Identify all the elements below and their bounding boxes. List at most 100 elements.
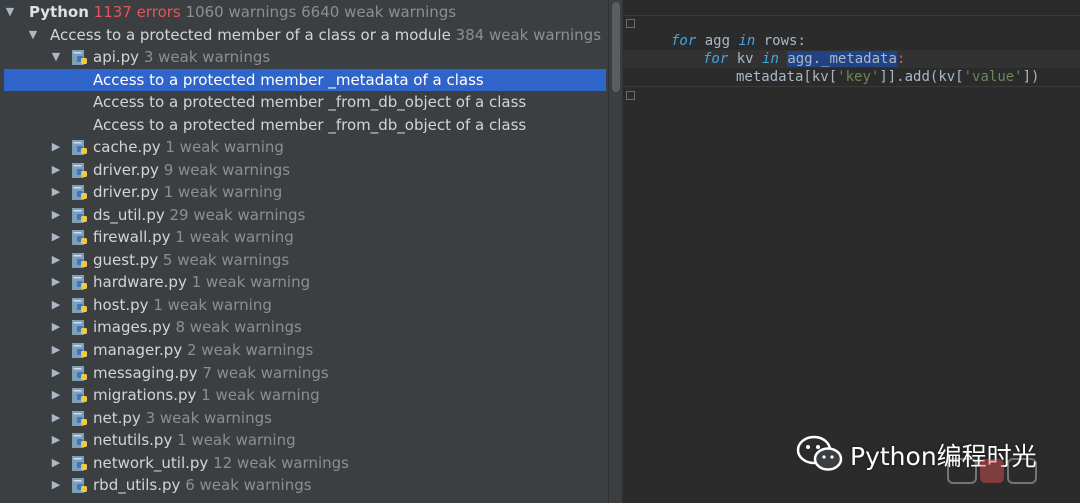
python-file-icon [72, 275, 87, 291]
file-count: 3 weak warnings [145, 408, 272, 427]
tree-file-row[interactable]: ▶ firewall.py 1 weak warning [0, 226, 605, 248]
wechat-logo-icon [796, 435, 843, 471]
tree-file-row[interactable]: ▶ network_util.py 12 weak warnings [0, 452, 605, 474]
triangle-right-icon[interactable]: ▶ [50, 271, 62, 293]
file-name: host.py [93, 295, 149, 314]
group-label: Access to a protected member of a class … [50, 26, 451, 44]
code-line-2[interactable]: for kv in agg._metadata: [623, 50, 1080, 68]
file-count: 1 weak warning [163, 183, 283, 202]
tree-file-row[interactable]: ▶ driver.py 9 weak warnings [0, 159, 605, 181]
string-literal: 'key' [837, 69, 880, 85]
triangle-right-icon[interactable]: ▶ [50, 384, 62, 406]
tree-item-protected-from-db-object[interactable]: Access to a protected member _from_db_ob… [0, 91, 605, 113]
root-label: Python [29, 3, 89, 21]
triangle-right-icon[interactable]: ▶ [50, 452, 62, 474]
fold-marker-icon[interactable] [626, 91, 635, 100]
code-line-1[interactable]: for agg in rows: [623, 32, 1080, 50]
file-name: driver.py [93, 183, 159, 202]
triangle-right-icon[interactable]: ▶ [50, 474, 62, 496]
python-file-icon [72, 50, 87, 65]
python-file-icon [72, 433, 87, 449]
python-file-icon [72, 342, 87, 358]
tree-group-protected-member[interactable]: ▼ Access to a protected member of a clas… [0, 24, 605, 46]
tree-file-api[interactable]: ▼ api.py 3 weak warnings [0, 46, 605, 68]
tree-root-python[interactable]: ▼ Python 1137 errors 1060 warnings 6640 … [0, 1, 605, 23]
tree-file-row[interactable]: ▶ net.py 3 weak warnings [0, 407, 605, 429]
divider [623, 86, 1080, 87]
tree-file-row[interactable]: ▶ driver.py 1 weak warning [0, 181, 605, 203]
python-file-icon [72, 320, 87, 336]
tree-file-row[interactable]: ▶ manager.py 2 weak warnings [0, 339, 605, 361]
tree-file-row[interactable]: ▶ netutils.py 1 weak warning [0, 429, 605, 451]
triangle-right-icon[interactable]: ▶ [50, 159, 62, 181]
inspection-results-tree[interactable]: ▼ Python 1137 errors 1060 warnings 6640 … [0, 0, 608, 503]
tree-file-row[interactable]: ▶ cache.py 1 weak warning [0, 136, 605, 158]
triangle-right-icon[interactable]: ▶ [50, 407, 62, 429]
code-token: ]].add(kv[ [879, 69, 964, 85]
triangle-down-icon[interactable]: ▼ [4, 1, 16, 23]
tree-file-row[interactable]: ▶ host.py 1 weak warning [0, 294, 605, 316]
vertical-scrollbar[interactable] [608, 0, 622, 503]
tree-file-row[interactable]: ▶ images.py 8 weak warnings [0, 316, 605, 338]
file-name: net.py [93, 408, 141, 427]
file-name: ds_util.py [93, 205, 165, 224]
file-count: 9 weak warnings [163, 160, 291, 179]
tree-file-row[interactable]: ▶ migrations.py 1 weak warning [0, 384, 605, 406]
python-file-icon [72, 388, 87, 404]
tree-file-row[interactable]: ▶ guest.py 5 weak warnings [0, 249, 605, 271]
file-name: manager.py [93, 340, 183, 359]
file-count: 1 weak warning [177, 431, 296, 450]
keyword-for: for [703, 51, 729, 67]
file-count: 1 weak warning [175, 228, 294, 247]
file-name: network_util.py [93, 453, 209, 472]
triangle-right-icon[interactable]: ▶ [50, 136, 62, 158]
triangle-down-icon[interactable]: ▼ [27, 24, 39, 46]
triangle-down-icon[interactable]: ▼ [50, 46, 62, 68]
site-logo-watermark-icon [947, 458, 1037, 484]
file-count: 1 weak warning [153, 295, 272, 314]
file-count: 29 weak warnings [169, 205, 306, 224]
python-file-icon [72, 162, 87, 178]
python-file-icon [72, 365, 87, 381]
file-name: migrations.py [93, 386, 197, 405]
file-name: hardware.py [93, 273, 187, 292]
tree-file-row[interactable]: ▶ hardware.py 1 weak warning [0, 271, 605, 293]
code-token: kv [728, 51, 763, 67]
tree-item-protected-from-db-object[interactable]: Access to a protected member _from_db_ob… [0, 114, 605, 136]
file-count: 1 weak warning [201, 386, 320, 405]
problem-label: Access to a protected member _metadata o… [93, 71, 484, 89]
triangle-right-icon[interactable]: ▶ [50, 316, 62, 338]
tree-item-protected-metadata[interactable]: Access to a protected member _metadata o… [4, 69, 606, 91]
file-name: cache.py [93, 138, 161, 156]
code-line-3[interactable]: metadata[kv['key']].add(kv['value']) [623, 68, 1080, 86]
triangle-right-icon[interactable]: ▶ [50, 429, 62, 451]
python-file-icon [72, 140, 87, 155]
code-token: metadata[kv[ [736, 69, 838, 85]
highlighted-reference[interactable]: agg._metadata [787, 51, 897, 67]
triangle-right-icon[interactable]: ▶ [50, 204, 62, 226]
keyword-for: for [671, 33, 697, 49]
file-count: 12 weak warnings [213, 453, 349, 472]
scrollbar-thumb[interactable] [612, 2, 620, 92]
file-name: driver.py [93, 160, 159, 179]
triangle-right-icon[interactable]: ▶ [50, 362, 62, 384]
triangle-right-icon[interactable]: ▶ [50, 294, 62, 316]
tree-file-row[interactable]: ▶ messaging.py 7 weak warnings [0, 362, 605, 384]
fold-marker-icon[interactable] [626, 19, 635, 28]
python-file-icon [72, 230, 87, 246]
tree-file-row[interactable]: ▶ ds_util.py 29 weak warnings [0, 204, 605, 226]
code-token: ]) [1022, 69, 1040, 85]
file-count: 1 weak warning [165, 138, 284, 156]
triangle-right-icon[interactable]: ▶ [50, 249, 62, 271]
problem-label: Access to a protected member _from_db_ob… [93, 116, 527, 134]
file-name: rbd_utils.py [93, 476, 181, 495]
code-editor[interactable]: for agg in rows: for kv in agg._metadata… [623, 0, 1080, 503]
triangle-right-icon[interactable]: ▶ [50, 226, 62, 248]
triangle-right-icon[interactable]: ▶ [50, 339, 62, 361]
file-count: 6 weak warnings [185, 476, 312, 495]
triangle-right-icon[interactable]: ▶ [50, 181, 62, 203]
error-count: 1137 errors [93, 3, 181, 21]
tree-file-row[interactable]: ▶ rbd_utils.py 6 weak warnings [0, 474, 605, 496]
code-token: : [896, 51, 906, 67]
python-file-icon [72, 455, 87, 471]
